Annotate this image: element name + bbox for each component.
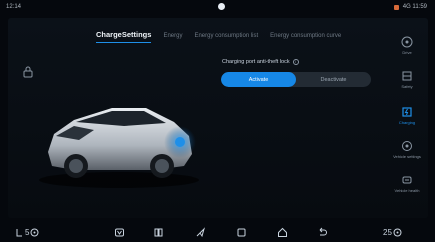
status-time: 12:14 [6, 4, 22, 10]
main-panel: ChargeSettings Energy Energy consumption… [8, 18, 428, 218]
sidebar-label: Drive [402, 50, 412, 55]
car-image [39, 108, 199, 188]
sidebar-label: Safety [401, 84, 413, 89]
fan-left-control[interactable]: 5 [14, 226, 40, 238]
port-lock-toggle[interactable]: Activate Deactivate [221, 72, 371, 87]
alert-icon [393, 4, 399, 10]
compass-icon [196, 226, 206, 237]
screen: 12:14 4G 11:59 ChargeSettings Energy Ene… [0, 0, 435, 242]
car-health-icon [402, 176, 412, 184]
sidebar-item-safety[interactable]: Safety [387, 66, 427, 96]
tab-charge-settings[interactable]: ChargeSettings [96, 30, 152, 43]
deactivate-option[interactable]: Deactivate [296, 72, 371, 87]
charging-port-card: Charging port anti-theft lock i Activate… [218, 56, 373, 96]
pause-icon [154, 228, 163, 236]
status-right-text: 4G 11:59 [402, 4, 427, 10]
steering-wheel-icon [401, 36, 413, 48]
navigation-button[interactable] [195, 226, 206, 238]
shield-icon [402, 71, 412, 81]
notification-icon [218, 3, 225, 10]
info-icon[interactable]: i [292, 59, 299, 65]
window-button[interactable] [236, 226, 247, 238]
charging-icon [402, 107, 412, 117]
charging-port-label: Charging port anti-theft lock [222, 59, 290, 65]
sidebar-item-charging[interactable]: Charging [387, 102, 427, 132]
window-icon [237, 228, 246, 236]
charging-port-title: Charging port anti-theft lock i [222, 59, 299, 65]
sidebar-label: Charging [398, 120, 416, 125]
pause-button[interactable] [153, 226, 164, 238]
temp-right: 25 [383, 227, 392, 237]
fan-right-control[interactable]: 25 [383, 226, 403, 238]
back-button[interactable] [317, 226, 328, 238]
sidebar-item-vehicle-settings[interactable]: Vehicle settings [387, 136, 427, 166]
tab-bar: ChargeSettings Energy Energy consumption… [96, 30, 341, 43]
media-icon [115, 228, 124, 236]
port-lock-icon[interactable] [23, 66, 33, 78]
settings-icon [402, 141, 412, 151]
seat-icon [16, 228, 22, 236]
sidebar-item-vehicle-health[interactable]: Vehicle health [387, 170, 427, 200]
fan-icon [30, 228, 39, 236]
sidebar-label: Vehicle health [394, 188, 420, 193]
activate-option[interactable]: Activate [221, 72, 296, 87]
tab-energy-consumption-curve[interactable]: Energy consumption curve [270, 33, 341, 39]
sidebar-label: Vehicle settings [393, 154, 421, 159]
tab-energy[interactable]: Energy [163, 33, 182, 39]
sidebar: Drive Safety Charging Vehicle settings V… [387, 18, 427, 198]
tab-energy-consumption-list[interactable]: Energy consumption list [194, 33, 258, 39]
sidebar-item-drive[interactable]: Drive [387, 32, 427, 62]
media-button[interactable] [114, 226, 125, 238]
home-button[interactable] [277, 226, 288, 238]
fan-right-icon [393, 228, 402, 236]
status-right: 4G 11:59 [393, 4, 427, 10]
back-icon [319, 227, 327, 235]
bottom-dock: 5 25 [0, 222, 435, 242]
status-bar: 12:14 4G 11:59 [0, 0, 435, 16]
home-icon [278, 227, 287, 237]
